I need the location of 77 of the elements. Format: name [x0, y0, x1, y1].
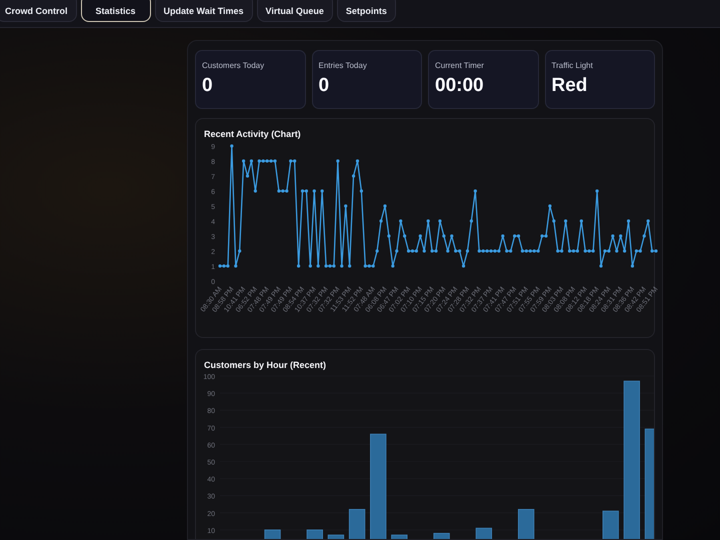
chart-title: Customers by Hour (Recent) — [204, 360, 328, 370]
data-point — [642, 234, 646, 238]
bar — [602, 510, 619, 539]
nav-tab[interactable]: Virtual Queue — [256, 0, 333, 22]
nav-tab[interactable]: Update Wait Times — [154, 0, 253, 22]
data-point — [626, 219, 630, 223]
bar — [433, 532, 450, 539]
data-point — [611, 234, 614, 238]
data-point — [466, 249, 470, 253]
data-point — [340, 264, 344, 268]
data-point — [418, 234, 422, 238]
data-point — [595, 189, 599, 193]
data-point — [548, 204, 552, 208]
stat-value: 0 — [202, 75, 214, 97]
bar — [328, 534, 344, 539]
bar — [306, 530, 323, 539]
data-point — [422, 249, 426, 253]
data-point — [250, 159, 254, 163]
data-point — [344, 204, 348, 208]
data-point — [242, 159, 246, 163]
data-point — [403, 234, 406, 238]
chart-title: Recent Activity (Chart) — [204, 129, 302, 139]
stat-label: Entries Today — [318, 61, 368, 70]
data-point — [376, 249, 379, 253]
stat-value: 00:00 — [435, 75, 485, 97]
data-point — [254, 189, 257, 193]
data-point — [442, 234, 446, 238]
data-point — [234, 264, 238, 268]
data-point — [450, 234, 454, 238]
data-point — [336, 159, 340, 163]
data-point — [599, 264, 603, 268]
data-point — [622, 249, 626, 253]
data-point — [552, 219, 556, 223]
nav-tab[interactable]: Statistics — [80, 0, 151, 22]
data-point — [320, 189, 324, 193]
bar — [518, 508, 534, 539]
nav-tab[interactable]: Crowd Control — [0, 0, 76, 22]
data-point — [646, 219, 650, 223]
bar — [348, 508, 366, 539]
data-point — [238, 249, 242, 253]
data-point — [387, 234, 390, 238]
data-point — [312, 189, 316, 193]
data-point — [308, 264, 312, 268]
stat-label: Current Timer — [435, 61, 485, 70]
data-point — [564, 219, 568, 223]
data-point — [356, 159, 360, 163]
bar — [264, 530, 281, 539]
data-point — [470, 219, 473, 223]
stat-value: Red — [552, 75, 588, 97]
data-point — [399, 219, 402, 223]
stat-value: 0 — [318, 75, 330, 97]
data-point — [395, 249, 398, 253]
data-point — [360, 189, 363, 193]
data-point — [352, 174, 356, 178]
data-point — [348, 264, 352, 268]
data-point — [462, 264, 466, 268]
nav-tab[interactable]: Setpoints — [336, 0, 396, 22]
data-point — [379, 219, 383, 223]
bar — [391, 534, 408, 539]
data-point — [446, 249, 450, 253]
data-point — [230, 144, 234, 148]
data-point — [615, 249, 618, 253]
data-point — [296, 264, 300, 268]
data-point — [391, 264, 394, 268]
data-point — [426, 219, 430, 223]
data-point — [383, 204, 387, 208]
bar — [476, 528, 492, 539]
data-point — [501, 234, 504, 238]
data-point — [246, 174, 250, 178]
stat-label: Traffic Light — [552, 61, 594, 70]
stat-label: Customers Today — [202, 61, 266, 70]
data-point — [474, 189, 477, 193]
data-point — [619, 234, 622, 238]
data-point — [438, 219, 442, 223]
data-point — [630, 264, 634, 268]
data-point — [580, 219, 583, 223]
data-point — [316, 264, 320, 268]
